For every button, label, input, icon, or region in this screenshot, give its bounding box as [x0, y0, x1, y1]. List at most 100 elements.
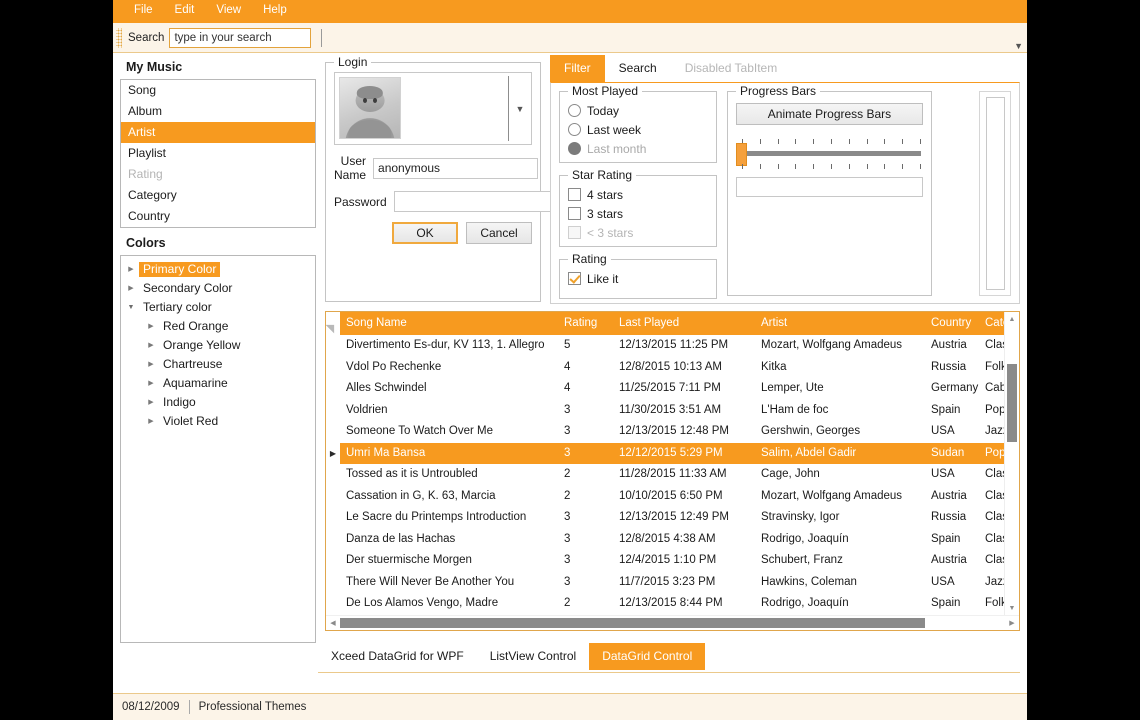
listbox-item-album[interactable]: Album	[121, 101, 315, 122]
row-selector-current[interactable]: ▶	[326, 442, 340, 464]
row-selector[interactable]	[326, 335, 340, 357]
column-header-country[interactable]: Country	[925, 312, 979, 335]
bottom-tab-datagrid-control[interactable]: DataGrid Control	[589, 643, 706, 670]
chevron-right-icon[interactable]: ▶	[143, 418, 159, 425]
row-selector[interactable]	[326, 486, 340, 508]
listbox-item-artist[interactable]: Artist	[121, 122, 315, 143]
row-selector[interactable]	[326, 572, 340, 594]
tree-item-red-orange[interactable]: ▶ Red Orange	[123, 317, 313, 336]
checkbox-4-stars[interactable]: 4 stars	[568, 185, 708, 204]
bottom-tab-listview-control[interactable]: ListView Control	[477, 643, 589, 670]
ok-button[interactable]: OK	[392, 222, 458, 244]
chevron-right-icon[interactable]: ▶	[143, 323, 159, 330]
search-input[interactable]	[169, 27, 312, 48]
column-header-song-name[interactable]: Song Name	[340, 312, 558, 335]
vertical-scroll-track[interactable]	[1005, 326, 1019, 601]
tree-item-secondary-color[interactable]: ▶ Secondary Color	[123, 279, 313, 298]
table-row[interactable]: Alles Schwindel 4 11/25/2015 7:11 PM Lem…	[326, 378, 1004, 400]
chevron-right-icon[interactable]: ▶	[123, 285, 139, 292]
column-header-rating[interactable]: Rating	[558, 312, 613, 335]
radio-today[interactable]: Today	[568, 101, 708, 120]
radio-icon[interactable]	[568, 104, 581, 117]
tab-filter[interactable]: Filter	[550, 55, 605, 82]
checkbox-icon-checked[interactable]	[568, 272, 581, 285]
table-row[interactable]: Voldrien 3 11/30/2015 3:51 AM L'Ham de f…	[326, 400, 1004, 422]
checkbox-icon[interactable]	[568, 207, 581, 220]
chevron-down-icon[interactable]: ▼	[1014, 41, 1023, 51]
column-header-last-played[interactable]: Last Played	[613, 312, 755, 335]
table-row[interactable]: Divertimento Es-dur, KV 113, 1. Allegro …	[326, 335, 1004, 357]
listbox-item-country[interactable]: Country	[121, 206, 315, 227]
table-row[interactable]: Tossed as it is Untroubled 2 11/28/2015 …	[326, 464, 1004, 486]
menu-item-view[interactable]: View	[205, 2, 252, 21]
tree-item-chartreuse[interactable]: ▶ Chartreuse	[123, 355, 313, 374]
row-selector[interactable]	[326, 357, 340, 379]
scroll-up-arrow-icon[interactable]: ▲	[1005, 312, 1019, 326]
toolbar-grip-handle[interactable]	[116, 27, 122, 48]
password-input[interactable]	[393, 191, 559, 212]
row-selector[interactable]	[326, 593, 340, 615]
chevron-right-icon[interactable]: ▶	[143, 361, 159, 368]
tree-item-primary-color[interactable]: ▶ Primary Color	[123, 260, 313, 279]
menu-item-file[interactable]: File	[123, 2, 164, 21]
table-row[interactable]: De Los Alamos Vengo, Madre 2 12/13/2015 …	[326, 593, 1004, 615]
row-selector[interactable]	[326, 529, 340, 551]
tree-item-tertiary-color[interactable]: ▼ Tertiary color	[123, 298, 313, 317]
slider-thumb[interactable]	[736, 143, 747, 166]
tab-search[interactable]: Search	[605, 55, 671, 82]
chevron-right-icon[interactable]: ▶	[123, 266, 139, 273]
table-row[interactable]: Cassation in G, K. 63, Marcia 2 10/10/20…	[326, 486, 1004, 508]
slider-track[interactable]	[742, 151, 921, 156]
datagrid-horizontal-scrollbar[interactable]: ◀ ▶	[326, 615, 1019, 630]
row-selector[interactable]	[326, 421, 340, 443]
progress-slider[interactable]	[736, 139, 923, 169]
select-all-corner[interactable]	[326, 312, 340, 335]
scroll-down-arrow-icon[interactable]: ▼	[1005, 601, 1019, 615]
datagrid-vertical-scrollbar[interactable]: ▲ ▼	[1004, 312, 1019, 615]
row-selector[interactable]	[326, 550, 340, 572]
radio-last-week[interactable]: Last week	[568, 120, 708, 139]
cancel-button[interactable]: Cancel	[466, 222, 532, 244]
checkbox-icon[interactable]	[568, 188, 581, 201]
menu-item-edit[interactable]: Edit	[164, 2, 206, 21]
my-music-listbox[interactable]: Song Album Artist Playlist Rating Catego…	[120, 79, 316, 228]
table-row[interactable]: Someone To Watch Over Me 3 12/13/2015 12…	[326, 421, 1004, 443]
table-row[interactable]: Danza de las Hachas 3 12/8/2015 4:38 AM …	[326, 529, 1004, 551]
chevron-right-icon[interactable]: ▶	[143, 380, 159, 387]
listbox-item-playlist[interactable]: Playlist	[121, 143, 315, 164]
checkbox-3-stars[interactable]: 3 stars	[568, 204, 708, 223]
chevron-right-icon[interactable]: ▶	[143, 342, 159, 349]
scroll-left-arrow-icon[interactable]: ◀	[326, 616, 340, 630]
tree-item-violet-red[interactable]: ▶ Violet Red	[123, 412, 313, 431]
tree-item-aquamarine[interactable]: ▶ Aquamarine	[123, 374, 313, 393]
table-row[interactable]: Vdol Po Rechenke 4 12/8/2015 10:13 AM Ki…	[326, 357, 1004, 379]
horizontal-scroll-track[interactable]	[340, 616, 1005, 630]
scroll-right-arrow-icon[interactable]: ▶	[1005, 616, 1019, 630]
chevron-down-icon[interactable]: ▼	[509, 73, 531, 144]
column-header-artist[interactable]: Artist	[755, 312, 925, 335]
column-header-category[interactable]: Category	[979, 312, 1004, 335]
vertical-scroll-thumb[interactable]	[1007, 364, 1017, 442]
listbox-item-song[interactable]: Song	[121, 80, 315, 101]
chevron-down-icon[interactable]: ▼	[123, 304, 139, 311]
listbox-item-category[interactable]: Category	[121, 185, 315, 206]
animate-progress-bars-button[interactable]: Animate Progress Bars	[736, 103, 923, 125]
row-selector[interactable]	[326, 464, 340, 486]
menu-item-help[interactable]: Help	[252, 2, 298, 21]
table-row[interactable]: There Will Never Be Another You 3 11/7/2…	[326, 572, 1004, 594]
username-input[interactable]	[373, 157, 539, 179]
horizontal-scroll-thumb[interactable]	[340, 618, 926, 628]
row-selector[interactable]	[326, 507, 340, 529]
table-row[interactable]: Le Sacre du Printemps Introduction 3 12/…	[326, 507, 1004, 529]
checkbox-like-it[interactable]: Like it	[568, 269, 708, 288]
tree-item-indigo[interactable]: ▶ Indigo	[123, 393, 313, 412]
table-row-selected[interactable]: ▶ Umri Ma Bansa 3 12/12/2015 5:29 PM Sal…	[326, 442, 1004, 464]
colors-treeview[interactable]: ▶ Primary Color ▶ Secondary Color ▼ Tert…	[120, 255, 316, 643]
row-selector[interactable]	[326, 378, 340, 400]
tree-item-orange-yellow[interactable]: ▶ Orange Yellow	[123, 336, 313, 355]
row-selector[interactable]	[326, 400, 340, 422]
chevron-right-icon[interactable]: ▶	[143, 399, 159, 406]
radio-icon[interactable]	[568, 123, 581, 136]
table-row[interactable]: Der stuermische Morgen 3 12/4/2015 1:10 …	[326, 550, 1004, 572]
avatar-combobox[interactable]: ▼	[334, 72, 532, 145]
